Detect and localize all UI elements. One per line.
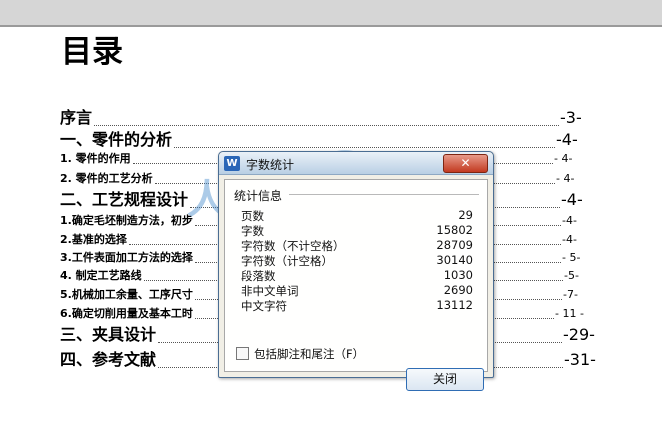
stat-row: 字符数（不计空格） 28709: [241, 238, 473, 253]
group-divider: [289, 194, 479, 195]
toc-entry-title: 3.工件表面加工方法的选择: [60, 249, 193, 266]
toc-page-number: -3-: [560, 107, 582, 129]
stat-value: 30140: [436, 253, 473, 267]
toc-page-number: - 11 -: [555, 305, 584, 322]
toc-entry-title: 5.机械加工余量、工序尺寸: [60, 286, 193, 303]
toc-page-number: -7-: [563, 286, 578, 303]
close-icon[interactable]: ✕: [443, 154, 488, 173]
toc-page-number: - 5-: [562, 249, 581, 266]
toc-page-number: - 4-: [554, 150, 573, 167]
toc-entry-title: 6.确定切削用量及基本工时: [60, 305, 193, 322]
toc-entry-title: 2. 零件的工艺分析: [60, 170, 153, 187]
toc-page-number: -4-: [562, 231, 577, 248]
include-footnotes-label[interactable]: 包括脚注和尾注（F）: [254, 346, 364, 362]
toc-entry-title: 4. 制定工艺路线: [60, 267, 142, 284]
stat-label: 非中文单词: [241, 284, 299, 298]
stat-value: 28709: [436, 238, 473, 252]
toc-entry-title: 序言: [60, 107, 93, 129]
dialog-titlebar[interactable]: W 字数统计 ✕: [219, 152, 493, 175]
toc-page-number: -29-: [563, 324, 595, 346]
stat-row: 字符数（计空格） 30140: [241, 253, 473, 268]
document-title: 目录: [61, 34, 123, 70]
toc-entry-title: 一、零件的分析: [60, 129, 173, 151]
toc-entry-title: 2.基准的选择: [60, 231, 127, 248]
stat-row: 页数 29: [241, 208, 473, 223]
toc-page-number: - 4-: [556, 170, 575, 187]
stat-value: 13112: [436, 298, 473, 312]
toc-page-number: -5-: [564, 267, 579, 284]
close-button[interactable]: 关闭: [406, 368, 484, 391]
dialog-title: 字数统计: [246, 158, 295, 172]
stat-label: 页数: [241, 209, 264, 223]
toc-page-number: -31-: [564, 349, 596, 371]
word-count-dialog: W 字数统计 ✕ 统计信息 页数 29 字数 15802 字符数（不计空格） 28709 字…: [218, 151, 494, 391]
stats-group-label: 统计信息: [234, 189, 283, 203]
stat-row: 中文字符 13112: [241, 298, 473, 313]
toc-page-number: -4-: [556, 129, 578, 151]
toc-leader-dots: [94, 125, 559, 126]
toc-entry-title: 1. 零件的作用: [60, 150, 131, 167]
stat-label: 中文字符: [241, 299, 287, 313]
toc-entry[interactable]: 序言 -3-: [60, 107, 582, 129]
stat-label: 字符数（计空格）: [241, 254, 333, 268]
toc-entry-title: 四、参考文献: [60, 349, 157, 371]
toc-entry-title: 1.确定毛坯制造方法，初步: [60, 212, 193, 229]
toc-leader-dots: [174, 147, 555, 148]
stat-label: 字数: [241, 224, 264, 238]
toc-entry-title: 三、夹具设计: [60, 324, 157, 346]
stat-value: 29: [458, 208, 473, 222]
window-toolbar-strip: [0, 0, 662, 26]
toc-entry[interactable]: 一、零件的分析 -4-: [60, 129, 580, 151]
wps-writer-icon: W: [224, 156, 240, 171]
stat-label: 段落数: [241, 269, 276, 283]
dialog-body: 统计信息 页数 29 字数 15802 字符数（不计空格） 28709 字符数（计空格） 30…: [224, 179, 488, 391]
stat-row: 非中文单词 2690: [241, 283, 473, 298]
include-footnotes-checkbox[interactable]: [236, 347, 249, 360]
stat-row: 字数 15802: [241, 223, 473, 238]
stat-value: 15802: [436, 223, 473, 237]
toc-entry-title: 二、工艺规程设计: [60, 189, 189, 211]
toc-page-number: -4-: [562, 212, 577, 229]
stat-value: 1030: [443, 268, 473, 282]
toc-page-number: -4-: [561, 189, 583, 211]
stat-row: 段落数 1030: [241, 268, 473, 283]
stat-label: 字符数（不计空格）: [241, 239, 345, 253]
stat-value: 2690: [443, 283, 473, 297]
